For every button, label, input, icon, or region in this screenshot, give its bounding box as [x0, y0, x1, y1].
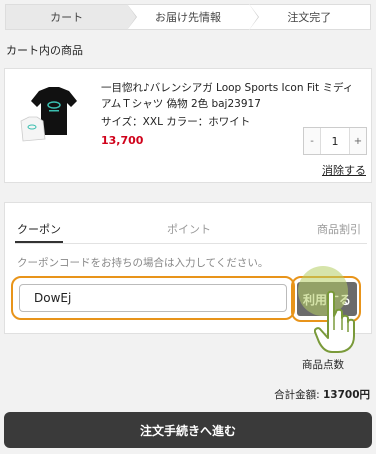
pointing-hand-icon [314, 290, 355, 353]
proceed-checkout-button[interactable]: 注文手続きへ進む [4, 412, 372, 448]
item-count-label: 商品点数 [302, 359, 344, 371]
cart-item-card: 一目惚れ♪バレンシアガ Loop Sports Icon Fit ミディアムＴシ… [4, 68, 372, 183]
product-size-color: サイズ：XXL カラー：ホワイト [101, 116, 251, 128]
step-delivery: お届け先情報 [127, 4, 259, 30]
quantity-stepper: - 1 + [303, 127, 367, 155]
coupon-code-input[interactable] [19, 284, 287, 312]
product-name[interactable]: 一目惚れ♪バレンシアガ Loop Sports Icon Fit ミディアムＴシ… [101, 80, 363, 112]
total-label: 合計金額: [274, 389, 320, 401]
tab-product-discount[interactable]: 商品割引 [317, 221, 361, 237]
delete-item-link[interactable]: 消除する [322, 162, 366, 178]
step-cart-label: カート [50, 11, 84, 24]
discount-tabs: クーポン ポイント 商品割引 [15, 219, 367, 244]
tab-points[interactable]: ポイント [167, 221, 211, 237]
qty-plus-button[interactable]: + [350, 128, 366, 154]
cart-section-title: カート内の商品 [6, 44, 83, 57]
total-value: 13700円 [322, 389, 370, 401]
checkout-steps: カート お届け先情報 注文完了 [5, 4, 371, 30]
coupon-input-highlight [11, 276, 295, 320]
step-complete: 注文完了 [249, 5, 370, 29]
coupon-hint: クーポンコードをお持ちの場合は入力してください。 [17, 257, 269, 269]
step-complete-label: 注文完了 [287, 11, 332, 24]
product-price: 13,700 [101, 134, 144, 147]
active-tab-indicator [15, 241, 63, 243]
step-cart: カート [6, 4, 138, 30]
step-delivery-label: お届け先情報 [154, 11, 221, 24]
qty-minus-button[interactable]: - [304, 128, 320, 154]
tab-coupon[interactable]: クーポン [17, 221, 61, 237]
product-thumbnail[interactable] [17, 83, 83, 145]
total-amount: 合計金額: 13700円 [274, 387, 370, 402]
qty-value[interactable]: 1 [320, 128, 350, 154]
